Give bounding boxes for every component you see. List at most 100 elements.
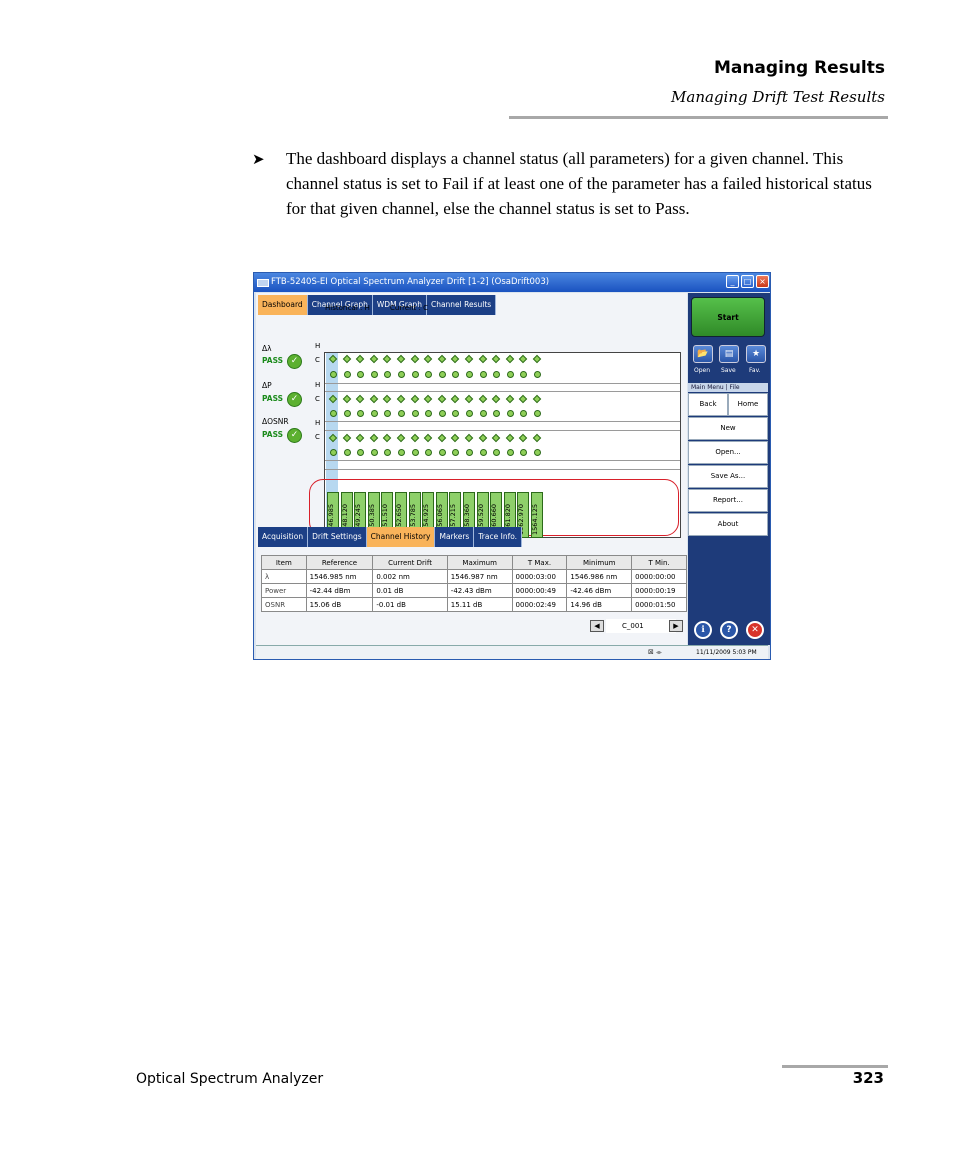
start-button[interactable]: Start: [691, 297, 765, 337]
save-icon[interactable]: ▤: [719, 345, 739, 363]
current-status-dot: [493, 371, 501, 378]
close-button[interactable]: ×: [756, 275, 769, 288]
app-window: FTB-5240S-EI Optical Spectrum Analyzer D…: [253, 272, 771, 660]
historical-status-dot: [355, 354, 365, 364]
historical-status-dot: [519, 433, 528, 443]
historical-status-dot: [423, 433, 433, 443]
historical-status-dot: [478, 354, 487, 364]
historical-status-dot: [342, 394, 351, 404]
menu-item-open[interactable]: Open...: [688, 441, 768, 464]
table-cell: 0000:00:00: [631, 569, 687, 584]
tab-channel-history[interactable]: Channel History: [366, 527, 436, 547]
table-cell: -42.43 dBm: [446, 583, 513, 598]
historical-status-dot: [451, 433, 460, 443]
current-status-dot: [425, 449, 433, 456]
breadcrumb: Main Menu | File: [688, 383, 768, 392]
table-row: λ 1546.985 nm 0.002 nm 1546.987 nm 0000:…: [261, 569, 687, 584]
historical-status-dot: [342, 433, 351, 443]
row-h-label: H: [315, 342, 321, 350]
historical-status-dot: [451, 394, 460, 404]
prev-channel-button[interactable]: ◀: [590, 620, 604, 632]
info-icon[interactable]: ℹ: [694, 621, 712, 639]
star-icon[interactable]: ★: [746, 345, 766, 363]
param-label-power: ΔP: [262, 381, 272, 390]
header-rule: [509, 116, 888, 119]
current-status-dot: [330, 449, 337, 456]
table-cell: 0000:00:49: [511, 583, 568, 598]
status-datetime: 11/11/2009 5:03 PM: [696, 649, 757, 656]
tab-channel-results[interactable]: Channel Results: [426, 295, 497, 315]
tab-drift-settings[interactable]: Drift Settings: [308, 527, 367, 547]
legend-current: Current : C: [390, 304, 428, 312]
current-status-dot: [330, 371, 337, 378]
menu-item-about[interactable]: About: [688, 513, 768, 536]
minimize-button[interactable]: _: [726, 275, 739, 288]
historical-status-dot: [519, 354, 528, 364]
next-channel-button[interactable]: ▶: [669, 620, 683, 632]
current-status-dot: [534, 449, 541, 456]
row-divider: [325, 421, 680, 422]
page-number: 323: [852, 1069, 884, 1087]
status-badge-power: PASS: [262, 394, 284, 403]
tab-markers[interactable]: Markers: [435, 527, 475, 547]
tab-acquisition[interactable]: Acquisition: [258, 527, 309, 547]
current-status-dot: [384, 449, 392, 456]
status-badge-osnr: PASS: [262, 430, 284, 439]
historical-status-dot: [396, 354, 406, 364]
footer-doc-title: Optical Spectrum Analyzer: [136, 1071, 324, 1087]
historical-status-dot: [505, 394, 515, 404]
historical-status-dot: [532, 394, 542, 404]
table-cell: 0000:01:50: [631, 597, 687, 612]
back-button[interactable]: Back: [688, 393, 728, 416]
current-status-dot: [506, 410, 514, 417]
historical-status-dot: [396, 433, 406, 443]
table-cell: 0000:03:00: [511, 569, 568, 584]
col-header: Current Drift: [372, 555, 448, 570]
historical-status-dot: [342, 354, 351, 364]
historical-status-dot: [410, 354, 419, 364]
current-status-dot: [343, 371, 351, 378]
maximize-button[interactable]: □: [741, 275, 754, 288]
current-status-dot: [411, 371, 419, 378]
row-divider: [325, 430, 680, 431]
home-button[interactable]: Home: [728, 393, 768, 416]
historical-status-dot: [396, 394, 406, 404]
bullet-text: The dashboard displays a channel status …: [286, 149, 872, 218]
historical-status-dot: [369, 433, 379, 443]
current-status-dot: [438, 410, 446, 417]
tab-dashboard[interactable]: Dashboard: [258, 295, 308, 315]
historical-status-dot: [532, 433, 542, 443]
exit-icon[interactable]: ✕: [746, 621, 764, 639]
param-label-osnr: ΔOSNR: [262, 417, 289, 426]
historical-status-dot: [410, 394, 419, 404]
folder-open-icon[interactable]: 📂: [693, 345, 713, 363]
channel-selector-value[interactable]: C_001: [606, 619, 676, 633]
window-titlebar: FTB-5240S-EI Optical Spectrum Analyzer D…: [254, 273, 770, 292]
current-status-dot: [370, 410, 378, 417]
table-cell: 15.06 dB: [305, 597, 374, 612]
historical-status-dot: [369, 354, 379, 364]
menu-item-new[interactable]: New: [688, 417, 768, 440]
menu-item-save-as[interactable]: Save As...: [688, 465, 768, 488]
dashboard-panel: Dashboard Channel Graph WDM Graph Channe…: [256, 293, 687, 645]
row-divider: [325, 460, 680, 461]
current-status-dot: [479, 449, 487, 456]
help-icon[interactable]: ?: [720, 621, 738, 639]
table-cell: 0.002 nm: [372, 569, 448, 584]
tab-trace-info[interactable]: Trace Info.: [474, 527, 523, 547]
current-status-dot: [343, 410, 351, 417]
bullet-arrow-icon: ➤: [252, 150, 265, 168]
row-divider: [325, 469, 680, 470]
channel-label[interactable]: 1564.125: [531, 492, 543, 538]
param-label-wavelength: Δλ: [262, 344, 272, 353]
row-c-label: C: [315, 395, 320, 403]
row-divider: [325, 383, 680, 384]
current-status-dot: [398, 449, 405, 456]
current-status-dot: [370, 371, 378, 378]
col-header: T Max.: [511, 555, 568, 570]
menu-item-report[interactable]: Report...: [688, 489, 768, 512]
historical-status-dot: [437, 354, 447, 364]
col-header: Item: [261, 555, 307, 570]
current-status-dot: [357, 371, 365, 378]
historical-status-dot: [437, 394, 447, 404]
